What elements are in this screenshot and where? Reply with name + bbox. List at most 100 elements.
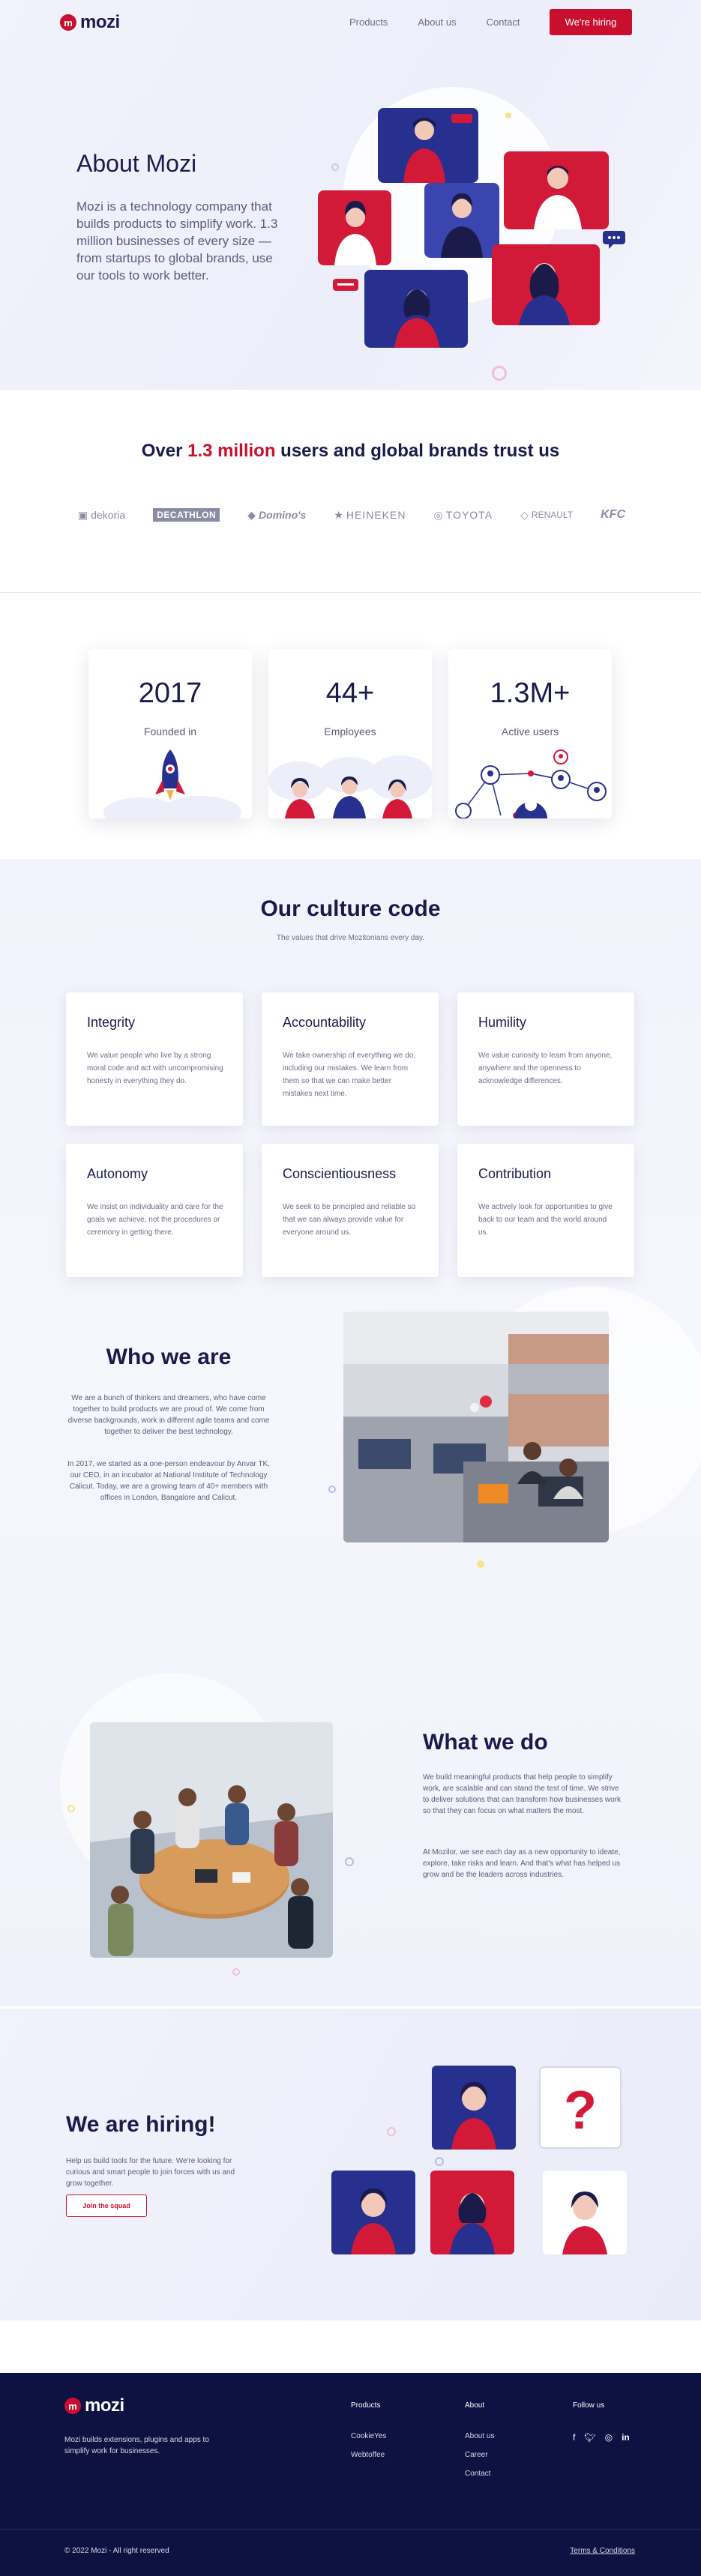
page: m mozi Products About us Contact We're h…: [0, 0, 701, 2576]
brand-name: TOYOTA: [445, 509, 493, 521]
trust-heading-pre: Over: [141, 441, 188, 461]
call-card-right-top: [504, 151, 609, 229]
brand-logo-heineken: ★ HEINEKEN: [334, 509, 406, 522]
footer-link-about-us[interactable]: About us: [465, 2432, 494, 2440]
call-card-bottom-right: [492, 244, 600, 325]
team-meeting-photo: [90, 1722, 333, 1958]
office-photo: [343, 1312, 609, 1542]
footer-link-contact[interactable]: Contact: [465, 2470, 494, 2478]
puzzle-piece-person-3: [430, 2171, 514, 2254]
renault-icon: ◇: [520, 508, 529, 521]
social-links: f 🐦︎ ◎ in: [573, 2432, 630, 2443]
value-card-contribution: Contribution We actively look for opport…: [457, 1144, 634, 1277]
brand-name: DECATHLON: [153, 508, 220, 522]
what-we-do-paragraph-2: At Mozilor, we see each day as a new opp…: [423, 1848, 621, 1879]
stat-card-employees: 44+ Employees: [268, 649, 432, 818]
value-title: Contribution: [478, 1166, 552, 1181]
culture-subheading: The values that drive Mozitonians every …: [276, 934, 425, 942]
brand-logo-dominos: ◆ Domino's: [247, 509, 306, 522]
stat-card-active-users: 1.3M+ Active users: [448, 649, 612, 818]
instagram-icon[interactable]: ◎: [605, 2432, 613, 2443]
stat-card-founded: 2017 Founded in: [88, 649, 252, 818]
decor-dot: [477, 1560, 484, 1568]
brand-logo-dekoria: ▣ dekoria: [78, 509, 125, 522]
footer: m mozi Mozi builds extensions, plugins a…: [0, 2373, 701, 2576]
decor-dot: [331, 163, 339, 171]
footer-about-column: About About us Career Contact: [465, 2401, 494, 2488]
svg-text:?: ?: [564, 2081, 597, 2141]
section-divider: [0, 592, 701, 593]
rocket-icon: [103, 749, 241, 818]
brand-name: KFC: [601, 508, 625, 521]
value-card-autonomy: Autonomy We insist on individuality and …: [66, 1144, 243, 1277]
call-card-center: [424, 183, 499, 258]
hiring-nav-button[interactable]: We're hiring: [550, 9, 632, 35]
decor-dot: [67, 1805, 75, 1812]
who-we-are-heading: Who we are: [106, 1345, 232, 1369]
twitter-icon[interactable]: 🐦︎: [584, 2432, 595, 2443]
nav-link-contact[interactable]: Contact: [487, 16, 520, 28]
value-description: We take ownership of everything we do, i…: [283, 1052, 416, 1098]
stat-label: Employees: [324, 726, 376, 737]
logo-text: mozi: [80, 12, 120, 32]
puzzle-piece-question-icon: ?: [539, 2066, 622, 2149]
dekoria-icon: ▣: [78, 508, 88, 521]
brand-logo-renault: ◇ RENAULT: [520, 509, 573, 522]
network-icon: [455, 749, 607, 818]
what-we-do-paragraph-1: We build meaningful products that help p…: [423, 1773, 622, 1815]
culture-heading: Our culture code: [260, 896, 441, 921]
brand-logo-toyota: ◎ TOYOTA: [434, 509, 493, 522]
logo[interactable]: m mozi: [60, 12, 120, 33]
footer-divider: [0, 2529, 701, 2530]
footer-link-cookieyes[interactable]: CookieYes: [351, 2432, 386, 2440]
footer-description: Mozi builds extensions, plugins and apps…: [64, 2436, 209, 2455]
value-description: We insist on individuality and care for …: [87, 1203, 223, 1237]
join-squad-button[interactable]: Join the squad: [66, 2195, 147, 2217]
value-title: Accountability: [283, 1015, 367, 1030]
footer-link-career[interactable]: Career: [465, 2451, 494, 2459]
value-card-accountability: Accountability We take ownership of ever…: [262, 992, 439, 1126]
decor-dot: [505, 112, 511, 118]
stat-value: 1.3M+: [490, 678, 571, 709]
call-card-top: [378, 108, 478, 183]
facebook-icon[interactable]: f: [573, 2432, 575, 2443]
hiring-heading: We are hiring!: [66, 2112, 216, 2137]
value-title: Conscientiousness: [283, 1166, 397, 1181]
trust-heading-highlight: 1.3 million: [187, 441, 276, 461]
value-description: We value people who live by a strong mor…: [87, 1052, 223, 1085]
brand-name: dekoria: [91, 509, 126, 521]
top-nav: m mozi Products About us Contact We're h…: [60, 9, 632, 36]
terms-link[interactable]: Terms & Conditions: [570, 2547, 635, 2555]
stat-value: 44+: [325, 678, 375, 709]
footer-follow-column: Follow us f 🐦︎ ◎ in: [573, 2401, 630, 2443]
heineken-star-icon: ★: [334, 508, 343, 521]
nav-link-about-us[interactable]: About us: [418, 16, 456, 28]
puzzle-piece-person-4: [543, 2171, 627, 2254]
trust-heading-post: users and global brands trust us: [275, 441, 560, 461]
decor-dot: [328, 1485, 336, 1493]
hiring-description: Help us build tools for the future. We'r…: [66, 2157, 235, 2188]
value-title: Autonomy: [87, 1166, 148, 1181]
nav-links: Products About us Contact: [349, 16, 550, 28]
decor-dot: [435, 2157, 444, 2166]
chat-bubble-icon: [603, 231, 625, 249]
culture-section: Our culture code The values that drive M…: [0, 859, 701, 2006]
decor-dot: [232, 1968, 240, 1976]
puzzle-piece-person-2: [331, 2171, 415, 2254]
brand-name: HEINEKEN: [346, 509, 406, 521]
linkedin-icon[interactable]: in: [622, 2432, 630, 2443]
toyota-icon: ◎: [433, 508, 443, 521]
value-card-integrity: Integrity We value people who live by a …: [66, 992, 243, 1126]
stat-label: Founded in: [143, 726, 197, 737]
value-card-humility: Humility We value curiosity to learn fro…: [457, 992, 634, 1126]
value-description: We seek to be principled and reliable so…: [283, 1203, 416, 1237]
stat-value: 2017: [138, 678, 202, 709]
decor-dot: [387, 2127, 396, 2136]
footer-logo[interactable]: m mozi: [64, 2395, 124, 2416]
brand-name: RENAULT: [531, 510, 574, 520]
footer-link-webtoffee[interactable]: Webtoffee: [351, 2451, 386, 2459]
hiring-section: We are hiring! Help us build tools for t…: [0, 2009, 701, 2320]
decor-dot: [345, 1857, 354, 1866]
page-title: About Mozi: [76, 150, 197, 177]
nav-link-products[interactable]: Products: [349, 16, 388, 28]
